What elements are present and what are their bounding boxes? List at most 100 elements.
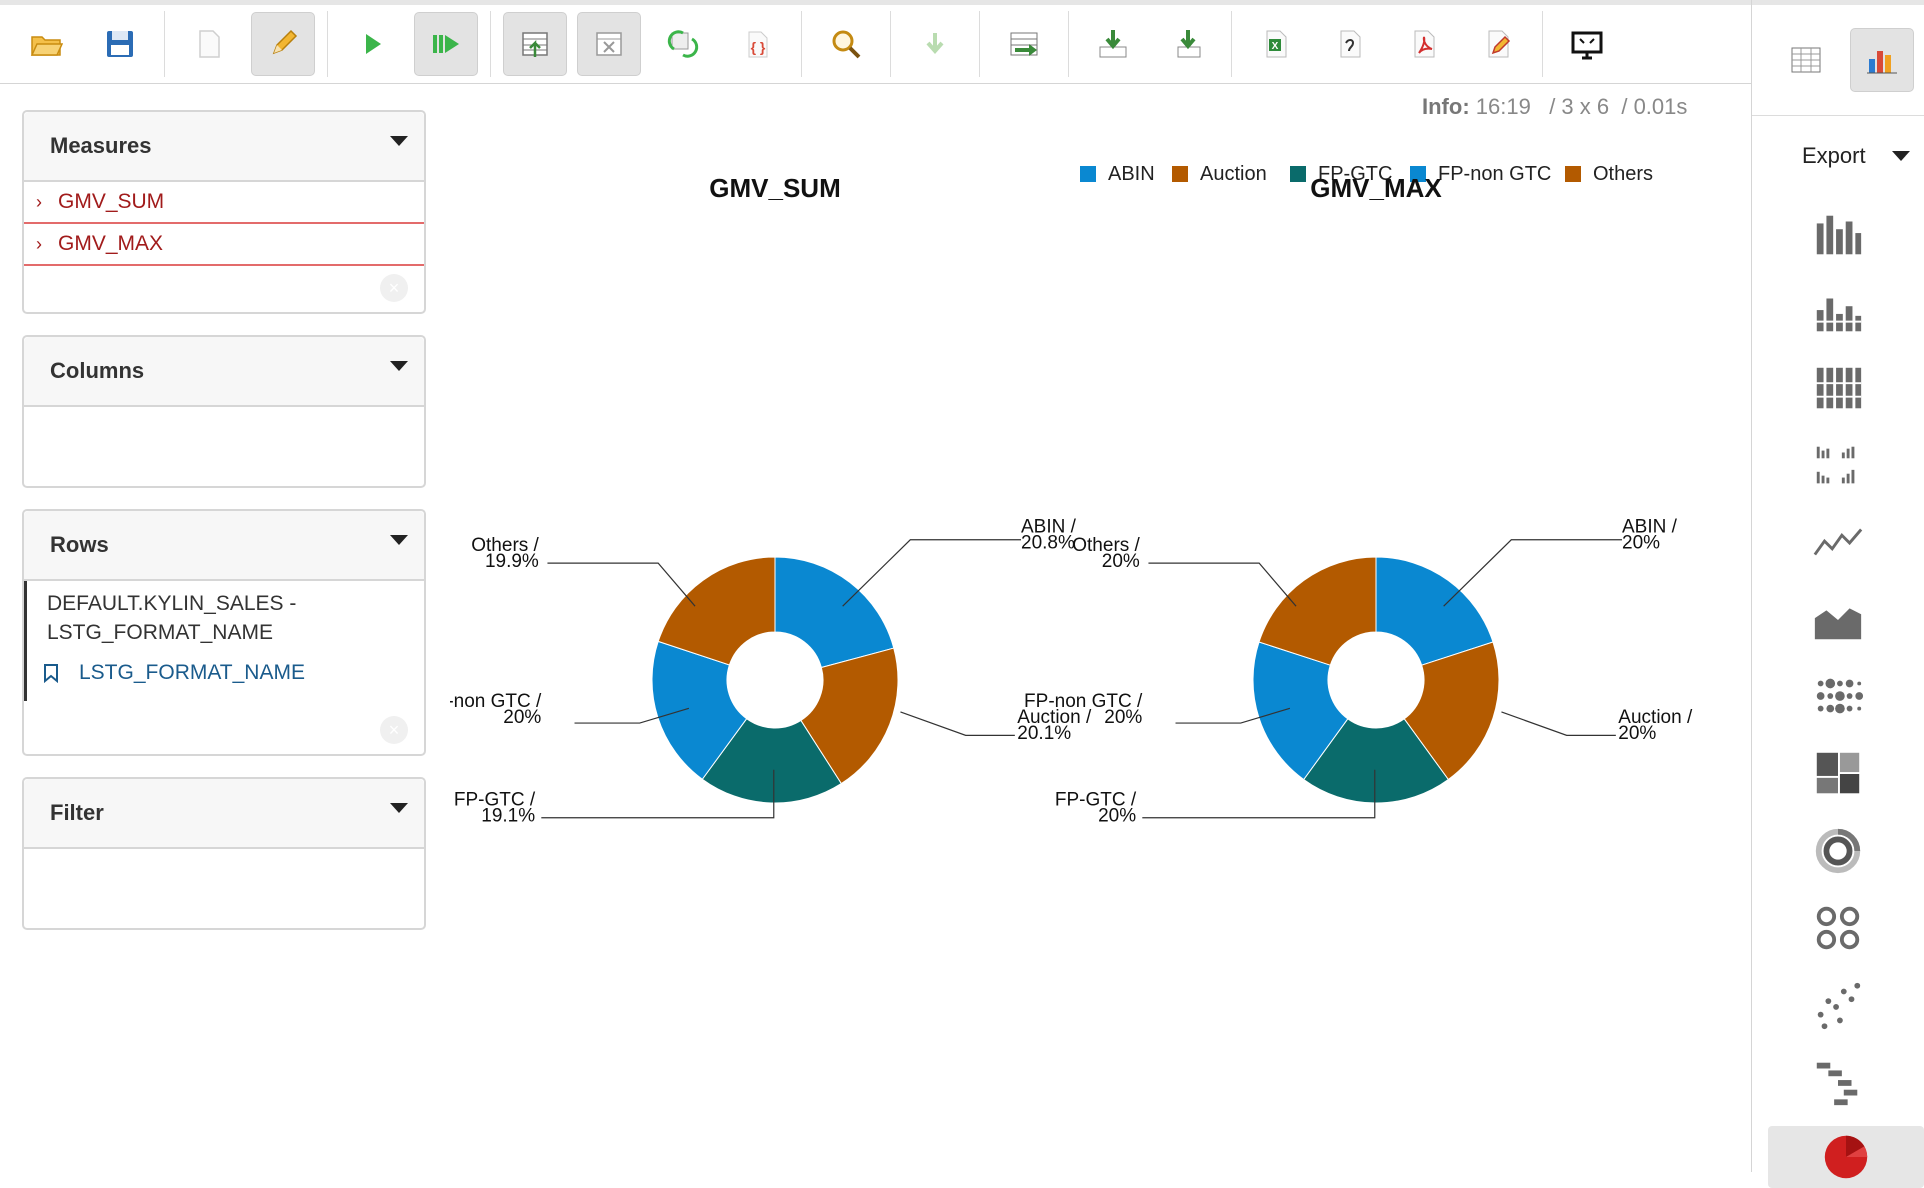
chart-title: GMV_MAX	[1310, 173, 1442, 203]
swap-axis-button[interactable]	[651, 12, 715, 76]
legend-swatch	[1080, 166, 1096, 182]
100-stacked-bar-button[interactable]	[1752, 350, 1924, 427]
slice-label: Others /20%	[1072, 535, 1140, 572]
bar-chart-mode-icon	[1867, 51, 1897, 74]
legend-label: Others	[1593, 163, 1653, 185]
slice-label: ABIN /20%	[1622, 516, 1678, 553]
fullscreen-icon	[1571, 31, 1603, 60]
leader-line	[1148, 562, 1297, 607]
chevron-down-icon[interactable]	[390, 361, 408, 371]
rows-panel-header[interactable]: Rows	[24, 511, 424, 581]
rows-panel: Rows DEFAULT.KYLIN_SALES - LSTG_FORMAT_N…	[22, 509, 426, 756]
chevron-down-icon[interactable]	[390, 136, 408, 146]
export-pdf-button[interactable]	[1392, 12, 1456, 76]
leader-line	[842, 539, 1021, 607]
save-query-button[interactable]	[88, 12, 152, 76]
new-query-button[interactable]	[177, 12, 241, 76]
chart-mode-button[interactable]	[1850, 28, 1914, 92]
legend-swatch	[1172, 166, 1188, 182]
toolbar-separator	[164, 11, 165, 77]
level-item[interactable]: LSTG_FORMAT_NAME	[27, 647, 424, 685]
export-edit-icon	[1488, 30, 1511, 58]
legend-label: FP-non GTC	[1438, 163, 1551, 185]
toolbar-separator	[327, 11, 328, 77]
export-xls-button[interactable]	[1081, 12, 1145, 76]
pie-chart-button[interactable]	[1768, 1126, 1924, 1188]
info-label: Info:	[1422, 94, 1470, 119]
chart-area: ABIN Auction FP-GTC FP-non GTC Others GMV_SUM…	[423, 150, 1730, 900]
measures-title: Measures	[50, 133, 152, 158]
non-empty-button[interactable]: { }	[725, 12, 789, 76]
slice-label: Auction /20.1%	[1017, 707, 1092, 744]
toolbar-separator	[1542, 11, 1543, 77]
export-excel-button[interactable]: X	[1244, 12, 1308, 76]
stacked-bar-button[interactable]	[1752, 273, 1924, 350]
leader-line	[547, 562, 696, 607]
automatic-execution-button[interactable]	[414, 12, 478, 76]
query-info: Info: 16:19 / 3 x 6 / 0.01s	[1422, 94, 1687, 120]
open-query-button[interactable]	[14, 12, 78, 76]
multiple-bar-button[interactable]	[1752, 427, 1924, 504]
show-mdx-icon	[1010, 32, 1038, 56]
open-query-icon	[30, 36, 63, 56]
run-query-button[interactable]	[340, 12, 404, 76]
area-chart-icon	[1814, 607, 1862, 639]
waterfall-icon	[1816, 1062, 1858, 1105]
edit-query-button[interactable]	[251, 12, 315, 76]
bar-chart-button[interactable]	[1752, 196, 1924, 273]
measures-panel-header[interactable]: Measures	[24, 112, 424, 182]
zoom-mode-button[interactable]	[814, 12, 878, 76]
run-query-icon	[366, 34, 381, 54]
export-pdf-icon	[1414, 30, 1435, 58]
measure-item[interactable]: › GMV_SUM	[24, 182, 424, 224]
zoom-mode-icon	[832, 30, 861, 59]
filter-panel-header[interactable]: Filter	[24, 779, 424, 849]
toolbar-separator	[979, 11, 980, 77]
chevron-down-icon[interactable]	[390, 803, 408, 813]
measures-panel: Measures › GMV_SUM › GMV_MAX ×	[22, 110, 426, 314]
export-csv-button[interactable]	[1155, 12, 1219, 76]
export-edit-button[interactable]	[1466, 12, 1530, 76]
leader-line	[900, 711, 1015, 736]
slice-label: ABIN /20.8%	[1021, 516, 1077, 553]
toggle-fields-button[interactable]	[503, 12, 567, 76]
export-text-button[interactable]	[1318, 12, 1382, 76]
toolbar-separator	[801, 11, 802, 77]
drill-through-button[interactable]	[903, 12, 967, 76]
svg-text:X: X	[1272, 41, 1279, 52]
sunburst-button[interactable]	[1752, 812, 1924, 889]
columns-panel-header[interactable]: Columns	[24, 337, 424, 407]
measure-label: GMV_SUM	[58, 190, 165, 213]
area-chart-button[interactable]	[1752, 581, 1924, 658]
hide-parents-button[interactable]	[577, 12, 641, 76]
chevron-down-icon[interactable]	[390, 535, 408, 545]
hide-parents-icon	[596, 32, 622, 56]
leader-line	[1443, 539, 1622, 607]
heatgrid-button[interactable]	[1752, 658, 1924, 735]
chevron-down-icon	[1891, 151, 1910, 161]
multiple-sunburst-button[interactable]	[1752, 889, 1924, 966]
measure-item[interactable]: › GMV_MAX	[24, 224, 424, 266]
info-duration: / 0.01s	[1621, 94, 1688, 119]
export-excel-icon: X	[1266, 30, 1287, 58]
chart-canvas: ABIN Auction FP-GTC FP-non GTC OthersGMV_SUM…	[423, 163, 1693, 826]
clear-rows-icon[interactable]: ×	[380, 716, 408, 744]
line-chart-button[interactable]	[1752, 504, 1924, 581]
treemap-button[interactable]	[1752, 735, 1924, 812]
dot-chart-button[interactable]	[1752, 966, 1924, 1043]
slice-label: Auction /20%	[1618, 707, 1693, 744]
legend-swatch	[1565, 166, 1581, 182]
toolbar-separator	[890, 11, 891, 77]
rows-title: Rows	[50, 532, 109, 557]
table-mode-button[interactable]	[1774, 28, 1838, 92]
info-size: / 3 x 6	[1549, 94, 1610, 119]
clear-measures-icon[interactable]: ×	[380, 274, 408, 302]
fullscreen-button[interactable]	[1555, 12, 1619, 76]
chart-type-list	[1752, 196, 1924, 1188]
show-mdx-button[interactable]	[992, 12, 1056, 76]
legend-swatch	[1290, 166, 1306, 182]
export-dropdown[interactable]: Export	[1752, 116, 1924, 196]
hierarchy-name[interactable]: DEFAULT.KYLIN_SALES - LSTG_FORMAT_NAME	[27, 581, 424, 647]
legend-label: Auction	[1200, 163, 1267, 185]
waterfall-button[interactable]	[1752, 1043, 1924, 1120]
